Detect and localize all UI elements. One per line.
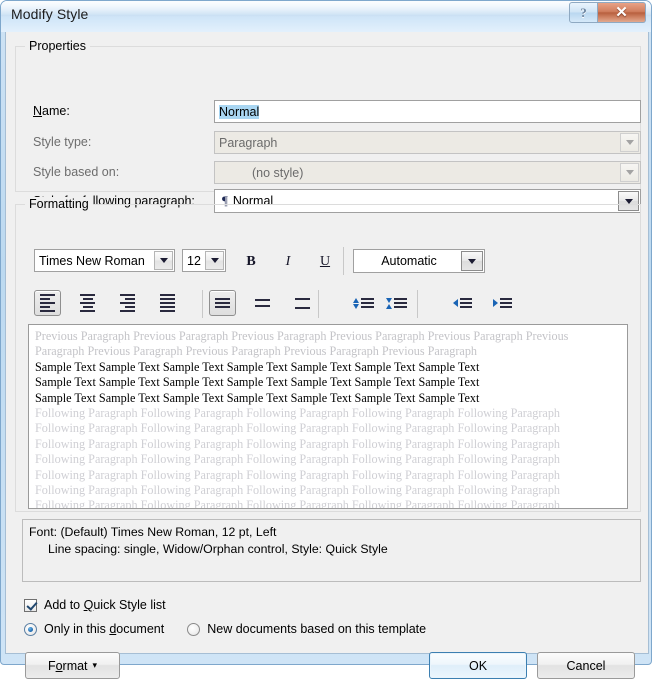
increase-paragraph-spacing-icon <box>386 297 407 309</box>
style-based-on-value: (no style) <box>252 165 304 180</box>
italic-icon: I <box>285 253 291 269</box>
bold-button[interactable]: B <box>238 249 264 274</box>
preview-following-paragraph: Following Paragraph Following Paragraph … <box>35 421 561 436</box>
style-preview-pane: Previous Paragraph Previous Paragraph Pr… <box>28 324 628 509</box>
increase-paragraph-spacing-button[interactable] <box>383 290 410 316</box>
toolbar-separator <box>202 290 203 318</box>
align-center-button[interactable] <box>74 290 101 316</box>
font-color-combo[interactable]: Automatic <box>353 249 485 273</box>
help-icon: ? <box>580 5 587 20</box>
line-spacing-single-button[interactable] <box>209 290 236 316</box>
decrease-indent-icon <box>453 298 472 308</box>
font-size-combo[interactable]: 12 <box>182 249 226 272</box>
preview-previous-paragraph: Paragraph Previous Paragraph Previous Pa… <box>35 344 478 359</box>
preview-sample-text: Sample Text Sample Text Sample Text Samp… <box>35 359 480 374</box>
underline-button[interactable]: U <box>312 249 338 274</box>
chevron-down-icon <box>620 133 639 152</box>
italic-button[interactable]: I <box>275 249 301 274</box>
style-based-on-label: Style based on: <box>33 165 120 179</box>
only-this-document-label: Only in this document <box>44 622 165 636</box>
align-right-icon <box>120 294 135 312</box>
radio-selected-icon <box>24 622 37 636</box>
chevron-down-icon[interactable] <box>205 251 224 270</box>
add-to-quick-style-checkbox[interactable]: Add to Quick Style list <box>24 598 166 612</box>
align-justify-icon <box>160 294 175 312</box>
only-this-document-radio[interactable]: Only in this document <box>24 622 164 636</box>
help-button[interactable]: ? <box>569 2 598 23</box>
bold-icon: B <box>246 253 256 269</box>
style-type-value: Paragraph <box>219 135 278 150</box>
cancel-button[interactable]: Cancel <box>537 652 635 679</box>
description-line-1: Font: (Default) Times New Roman, 12 pt, … <box>29 525 277 539</box>
style-based-on-combo: (no style) <box>214 161 641 184</box>
modify-style-dialog: Modify Style ? ✕ Properties Name: Normal… <box>0 0 652 679</box>
title-bar-glare <box>1 1 651 17</box>
font-family-value: Times New Roman <box>39 253 145 268</box>
decrease-paragraph-spacing-button[interactable] <box>350 290 377 316</box>
name-input-value: Normal <box>219 104 260 119</box>
preview-previous-paragraph: Previous Paragraph Previous Paragraph Pr… <box>35 329 569 343</box>
radio-unselected-icon <box>187 622 201 636</box>
properties-group-label: Properties <box>25 39 90 53</box>
preview-sample-text: Sample Text Sample Text Sample Text Samp… <box>35 375 480 390</box>
dialog-client-area: Properties Name: Normal Style type: Para… <box>5 32 649 679</box>
add-to-quick-style-label: Add to Quick Style list <box>44 598 166 612</box>
font-size-value: 12 <box>187 253 201 268</box>
cancel-button-label: Cancel <box>566 658 606 673</box>
style-scope-radio-group: Only in this document New documents base… <box>24 622 426 636</box>
preview-following-paragraph: Following Paragraph Following Paragraph … <box>35 452 561 467</box>
style-type-combo: Paragraph <box>214 131 641 154</box>
align-left-button[interactable] <box>34 290 61 316</box>
decrease-indent-button[interactable] <box>449 290 476 316</box>
ok-button[interactable]: OK <box>429 652 527 679</box>
font-family-combo[interactable]: Times New Roman <box>34 249 175 272</box>
line-spacing-single-icon <box>215 298 230 308</box>
name-label: Name: <box>33 104 70 118</box>
format-button[interactable]: Format ▾ <box>25 652 120 679</box>
increase-indent-button[interactable] <box>489 290 516 316</box>
preview-following-paragraph: Following Paragraph Following Paragraph … <box>35 498 561 509</box>
window-controls: ? ✕ <box>569 2 646 23</box>
title-bar[interactable]: Modify Style ? ✕ <box>1 1 651 32</box>
preview-following-paragraphs: Following Paragraph Following Paragraph … <box>35 406 621 509</box>
format-button-label: Format <box>47 658 88 673</box>
line-spacing-double-button[interactable] <box>289 290 316 316</box>
increase-indent-icon <box>493 298 512 308</box>
checkbox-icon <box>24 598 37 612</box>
line-spacing-1-5-icon <box>255 299 270 307</box>
close-button[interactable]: ✕ <box>598 2 646 23</box>
chevron-down-icon: ▾ <box>92 660 98 670</box>
formatting-group-label: Formatting <box>25 197 93 211</box>
toolbar-separator <box>318 290 319 318</box>
new-documents-label: New documents based on this template <box>207 622 427 636</box>
preview-following-paragraph: Following Paragraph Following Paragraph … <box>35 483 561 498</box>
underline-icon: U <box>319 253 331 269</box>
chevron-down-icon[interactable] <box>461 251 483 271</box>
line-spacing-1-5-button[interactable] <box>249 290 276 316</box>
preview-sample-text: Sample Text Sample Text Sample Text Samp… <box>35 390 480 405</box>
toolbar-separator <box>343 247 344 275</box>
align-center-icon <box>80 294 95 312</box>
decrease-paragraph-spacing-icon <box>353 297 374 309</box>
preview-following-paragraph: Following Paragraph Following Paragraph … <box>35 467 561 482</box>
style-description: Font: (Default) Times New Roman, 12 pt, … <box>22 519 641 582</box>
chevron-down-icon <box>620 163 639 182</box>
align-left-icon <box>40 294 55 312</box>
toolbar-separator <box>417 290 418 318</box>
close-icon: ✕ <box>615 4 628 21</box>
style-type-label: Style type: <box>33 135 92 149</box>
line-spacing-double-icon <box>295 297 310 309</box>
ok-button-label: OK <box>468 658 488 673</box>
name-input[interactable]: Normal <box>214 100 641 123</box>
preview-following-paragraph: Following Paragraph Following Paragraph … <box>35 436 561 451</box>
align-right-button[interactable] <box>114 290 141 316</box>
new-documents-radio[interactable]: New documents based on this template <box>187 622 426 636</box>
preview-following-paragraph: Following Paragraph Following Paragraph … <box>35 406 561 421</box>
chevron-down-icon[interactable] <box>154 251 173 270</box>
description-line-2: Line spacing: single, Widow/Orphan contr… <box>48 542 388 556</box>
align-justify-button[interactable] <box>154 290 181 316</box>
window-title: Modify Style <box>11 6 89 22</box>
